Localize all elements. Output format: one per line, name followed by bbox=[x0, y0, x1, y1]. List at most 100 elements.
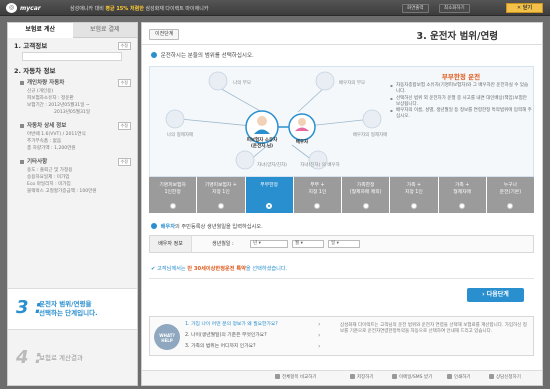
print-page-button[interactable]: 인쇄하기 bbox=[447, 374, 471, 380]
driver-diagram: 나의 부모 배우자의 부모 나의 형제자매 배우자의 형제자매 자녀(양자/친자… bbox=[149, 66, 534, 177]
option-couple-plus-one[interactable]: 부부 + 지정 1인 bbox=[293, 177, 342, 213]
radio-icon[interactable] bbox=[362, 203, 369, 209]
option-label: 1인한정 bbox=[164, 189, 181, 195]
footer-label: 이메일/SMS 받기 bbox=[399, 375, 433, 380]
tagline: 삼성애니카 대비 평균 15% 저렴한 삼성화재 다이렉트 마이애니카 bbox=[70, 5, 208, 12]
car-group-title: 개인차량 자동차 bbox=[20, 79, 131, 88]
info-title: 부부한정 운전 bbox=[441, 73, 481, 81]
option-insured-only[interactable]: 기명피보험자 1인한정 bbox=[149, 177, 198, 213]
help-text: 삼성화재 다이렉트는 고객님의 운전 범위와 운전자 연령을 선택해 보험료를 … bbox=[340, 323, 527, 335]
info-line: 선택하신 범위 외 운전자가 운행 중 사고를 내면 대인배상(책임)보험만 보… bbox=[390, 96, 532, 109]
footer-label: 전체항목 비교하기 bbox=[282, 375, 317, 380]
info-line: 자동차종합보험 소유자(기명피보험자)와 그 배우자만 운전하실 수 있습니다. bbox=[390, 83, 532, 96]
age-msg-highlight: 만 30세이상한정운전 특약 bbox=[187, 266, 246, 272]
tab-pay[interactable]: 보험료 결제 bbox=[72, 23, 137, 38]
sidebar-tabs: 보험료 계산 보험료 결제 bbox=[8, 23, 137, 38]
option-label: 부부한정 bbox=[260, 183, 278, 188]
radio-icon[interactable] bbox=[410, 203, 417, 209]
label-insured-line2: (운전자 님) bbox=[250, 144, 274, 149]
app-window: ◎ mycar 삼성애니카 대비 평균 15% 저렴한 삼성화재 다이렉트 마이… bbox=[0, 0, 550, 389]
help-icon: WHAT? HELP bbox=[154, 324, 180, 350]
radio-icon[interactable] bbox=[169, 203, 176, 209]
next-step: 4 : 보험료 계산결과 bbox=[8, 341, 137, 371]
option-label: 형제자매 bbox=[453, 189, 471, 195]
radio-icon[interactable] bbox=[314, 203, 321, 209]
chevron-right-icon: › bbox=[318, 321, 321, 328]
car-group-title: 기타사항 bbox=[20, 158, 131, 167]
step4-text: 보험료 계산결과 bbox=[39, 354, 83, 362]
chevron-right-icon: › bbox=[318, 332, 321, 339]
option-couple[interactable]: 부부한정 bbox=[245, 177, 294, 213]
car-group-edit-button[interactable]: 수정 bbox=[117, 158, 131, 166]
tagline-post: 삼성화재 다이렉트 마이애니카 bbox=[145, 6, 209, 12]
option-family-siblings[interactable]: 가족 + 형제자매 bbox=[438, 177, 487, 213]
radio-icon[interactable] bbox=[507, 203, 514, 209]
customer-edit-button[interactable]: 수정 bbox=[117, 42, 131, 50]
spouse-note-text: 의 주민등록상 생년월일을 입력하십시오. bbox=[174, 224, 263, 230]
car-title: 2. 자동차 정보 bbox=[14, 67, 56, 75]
current-step: 3 : 운전자 범위/연령을 선택하는 단계입니다. bbox=[8, 288, 137, 330]
car-group-2: 자동차 상세 정보 수정 아반떼 1.6(VVT) / 2011연식 추가부속품… bbox=[20, 122, 131, 152]
option-insured-plus-one[interactable]: 기명피보험자 + 지정 1인 bbox=[197, 177, 246, 213]
faq-link[interactable]: 1. 가입 나이 어떤 분의 정보가 왜 필요한가요? bbox=[185, 321, 315, 329]
prev-step-button[interactable]: 이전단계 bbox=[149, 29, 180, 40]
footer-toolbar: 전체항목 비교하기 저장하기 이메일/SMS 받기 인쇄하기 상담신청하기 bbox=[142, 370, 542, 385]
dob-day-label: 일 bbox=[331, 241, 336, 246]
step3-text: 운전자 범위/연령을 선택하는 단계입니다. bbox=[39, 300, 98, 318]
car-group-edit-button[interactable]: 수정 bbox=[117, 122, 131, 130]
consult-icon bbox=[489, 374, 494, 379]
minimize-button[interactable]: 최소화하기 bbox=[439, 4, 470, 13]
customer-section: 1. 고객정보 수정 bbox=[8, 38, 137, 63]
logo-text: mycar bbox=[20, 4, 41, 12]
dob-day-select[interactable]: 일 ▾ bbox=[328, 240, 360, 248]
faq-link[interactable]: 2. 나이(생년월일)의 기준은 무엇인가요? bbox=[185, 332, 315, 340]
dob-year-select[interactable]: 년 ▾ bbox=[250, 240, 288, 248]
tab-calc[interactable]: 보험료 계산 bbox=[8, 23, 73, 38]
step3-text-line2: 선택하는 단계입니다. bbox=[39, 309, 98, 317]
option-label: 지정 1인 bbox=[211, 189, 230, 195]
check-icon: ✔ bbox=[151, 266, 156, 272]
tagline-pre: 삼성애니카 대비 bbox=[70, 6, 104, 12]
label-my-siblings: 나의 형제자매 bbox=[166, 133, 194, 138]
car-group-line: 총 차량가액 : 1,200만원 bbox=[27, 146, 76, 151]
question-label: 운전하시는 분들의 범위를 선택하십시오. bbox=[160, 53, 254, 59]
consult-button[interactable]: 상담신청하기 bbox=[489, 374, 521, 380]
spouse-dob-note: 배우자의 주민등록상 생년월일을 입력하십시오. bbox=[151, 222, 263, 230]
car-group-3: 기타사항 수정 용도 : 출퇴근 및 가정용 승용차요일제 : 미가입 Eco … bbox=[20, 158, 131, 195]
option-family-plus-one[interactable]: 가족 + 지정 1인 bbox=[390, 177, 439, 213]
sidebar: 보험료 계산 보험료 결제 1. 고객정보 수정 2. 자동차 정보 개인차량 … bbox=[7, 22, 138, 386]
compare-icon bbox=[275, 374, 280, 379]
close-button[interactable]: ✕ 닫기 bbox=[506, 3, 543, 13]
logo: ◎ mycar bbox=[6, 3, 41, 13]
dob-month-select[interactable]: 월 ▾ bbox=[292, 240, 324, 248]
close-icon: ✕ bbox=[516, 5, 522, 11]
option-label: 운전(기본) bbox=[499, 189, 522, 195]
email-sms-button[interactable]: 이메일/SMS 받기 bbox=[392, 374, 432, 380]
faq-link[interactable]: 3. 가족의 범위는 어디까지 인가요? bbox=[185, 343, 315, 351]
print-button[interactable]: 화면출력 bbox=[402, 4, 429, 13]
top-bar: ◎ mycar 삼성애니카 대비 평균 15% 저렴한 삼성화재 다이렉트 마이… bbox=[0, 0, 550, 16]
car-group-edit-button[interactable]: 수정 bbox=[117, 79, 131, 87]
radio-icon[interactable] bbox=[266, 203, 273, 209]
label-spouse-parents: 배우자의 부모 bbox=[338, 81, 366, 86]
label-children-spouse: 자녀(친자) 의 배우자 bbox=[300, 163, 340, 168]
save-button[interactable]: 저장하기 bbox=[350, 374, 374, 380]
car-section: 2. 자동차 정보 개인차량 자동차 수정 신규 (개인용) 피보험자소유자 :… bbox=[8, 63, 137, 197]
radio-icon[interactable] bbox=[217, 203, 224, 209]
close-label: 닫기 bbox=[522, 5, 533, 11]
footer-label: 상담신청하기 bbox=[496, 375, 521, 380]
option-family[interactable]: 가족한정 (형제자매 제외) bbox=[342, 177, 391, 213]
car-group-title: 자동차 상세 정보 bbox=[20, 122, 131, 131]
info-line: 배우자의 이름, 성별, 생년월일 등 정보를 연령한정 특약범위에 입력해 주… bbox=[390, 108, 532, 121]
label-children: 자녀(양자/친자) bbox=[257, 163, 287, 168]
label-insured: 피보험자 소유자 (운전자 님) bbox=[245, 138, 279, 150]
dob-month-label: 월 bbox=[295, 241, 300, 246]
help-panel: WHAT? HELP 1. 가입 나이 어떤 분의 정보가 왜 필요한가요? ›… bbox=[149, 316, 534, 356]
compare-all-button[interactable]: 전체항목 비교하기 bbox=[275, 374, 317, 380]
car-group-line: 승용차요일제 : 미가입 bbox=[27, 175, 70, 180]
next-step-button[interactable]: › 다음단계 bbox=[467, 288, 524, 302]
option-anyone[interactable]: 누구나 운전(기본) bbox=[486, 177, 534, 213]
car-group-1: 개인차량 자동차 수정 신규 (개인용) 피보험자소유자 : 정운판 보험기간 … bbox=[20, 79, 131, 116]
radio-icon[interactable] bbox=[459, 203, 466, 209]
customer-title: 1. 고객정보 bbox=[14, 42, 48, 50]
